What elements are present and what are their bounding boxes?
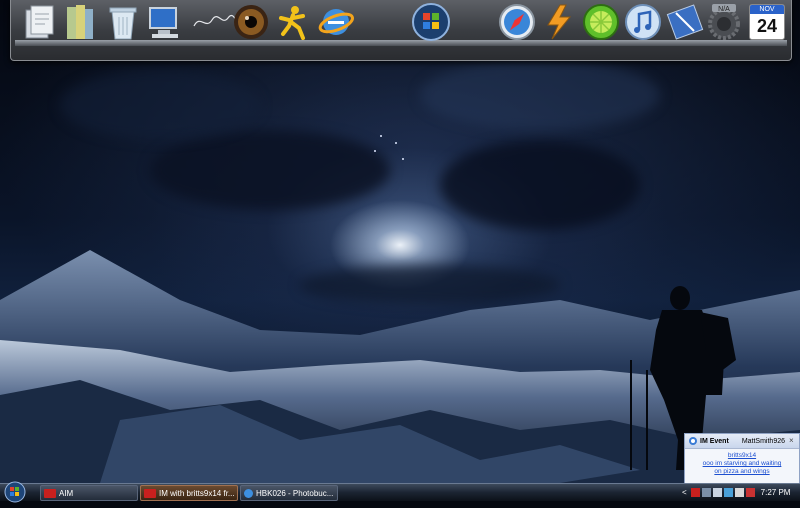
taskbar-button-aim[interactable]: AIM [40, 485, 138, 501]
taskbar-button-label: AIM [59, 488, 74, 498]
calendar-icon[interactable]: NOV 24 [747, 2, 787, 42]
calendar-day: 24 [756, 16, 778, 36]
windows-orb-icon[interactable] [411, 2, 451, 42]
eye-icon[interactable] [231, 2, 271, 42]
taskbar-button-im-window[interactable]: IM with britts9x14 fr... [140, 485, 238, 501]
security-icon[interactable] [745, 488, 755, 497]
documents-icon[interactable] [19, 2, 59, 42]
close-icon[interactable]: × [789, 437, 797, 445]
computer-icon[interactable] [145, 2, 185, 42]
taskbar-button-photobucket[interactable]: HBK026 - Photobuc... [240, 485, 338, 501]
taskbar-button-label: IM with britts9x14 fr... [159, 488, 235, 498]
internet-explorer-icon[interactable] [316, 2, 356, 42]
aim-tray-icon[interactable] [690, 488, 700, 497]
im-message-line2[interactable]: on pizza and wings [685, 468, 799, 476]
winamp-icon[interactable] [539, 2, 579, 42]
im-event-notification[interactable]: IM Event MattSmith926 × britts9x14 ooo i… [684, 433, 800, 484]
im-account: MattSmith926 [741, 437, 785, 445]
im-sender[interactable]: britts9x14 [685, 452, 799, 460]
im-message-line1[interactable]: ooo im starving and waiting [685, 460, 799, 468]
system-tray: < 7:27 PM [682, 484, 800, 501]
im-title: IM Event [700, 437, 729, 445]
itunes-icon[interactable] [623, 2, 663, 42]
calendar-face: NOV 24 [749, 4, 785, 40]
desktop-wallpaper [0, 0, 800, 483]
calendar-month: NOV [750, 5, 784, 14]
im-header: IM Event MattSmith926 × [685, 434, 799, 449]
clock[interactable]: 7:27 PM [761, 488, 791, 497]
aim-icon [144, 488, 156, 498]
media-player-icon[interactable] [665, 2, 705, 42]
taskbar: AIM IM with britts9x14 fr... HBK026 - Ph… [0, 481, 800, 503]
messenger-icon[interactable] [723, 488, 733, 497]
gear-icon[interactable]: N/A [704, 2, 744, 42]
im-body[interactable]: britts9x14 ooo im starving and waiting o… [685, 449, 799, 476]
badge-label: N/A [718, 6, 730, 13]
network-icon[interactable] [701, 488, 711, 497]
tray-expand-button[interactable]: < [682, 488, 687, 497]
volume-icon[interactable] [734, 488, 744, 497]
aim-icon [44, 488, 56, 498]
taskbar-button-label: HBK026 - Photobuc... [256, 488, 334, 498]
aim-icon [689, 437, 697, 445]
aim-running-man-icon[interactable] [273, 2, 313, 42]
recycle-bin-icon[interactable] [103, 2, 143, 42]
display-icon[interactable] [712, 488, 722, 497]
books-icon[interactable] [59, 2, 99, 42]
snow-landscape [0, 250, 800, 483]
dock-bar: N/A NOV 24 [10, 0, 792, 61]
safari-compass-icon[interactable] [497, 2, 537, 42]
limewire-icon[interactable] [581, 2, 621, 42]
internet-explorer-icon [244, 488, 253, 498]
